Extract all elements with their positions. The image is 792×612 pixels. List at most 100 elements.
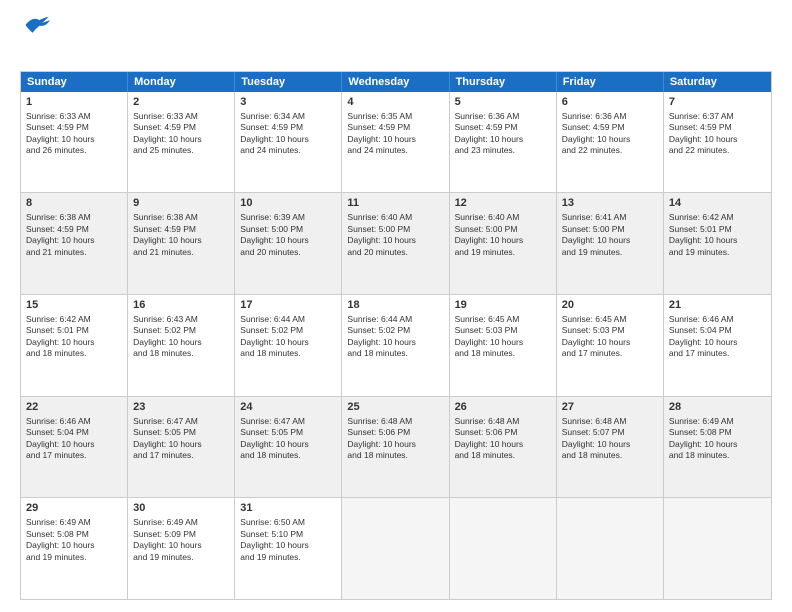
day-info: Sunrise: 6:48 AM (562, 416, 658, 427)
day-number: 25 (347, 400, 443, 415)
calendar-cell: 30Sunrise: 6:49 AMSunset: 5:09 PMDayligh… (128, 498, 235, 599)
day-info: Daylight: 10 hours (26, 439, 122, 450)
day-info: Daylight: 10 hours (26, 134, 122, 145)
day-info: and 25 minutes. (133, 145, 229, 156)
day-number: 29 (26, 501, 122, 516)
day-info: Sunset: 4:59 PM (240, 122, 336, 133)
day-info: and 18 minutes. (455, 450, 551, 461)
day-info: and 19 minutes. (669, 247, 766, 258)
day-number: 12 (455, 196, 551, 211)
day-info: Sunset: 5:02 PM (347, 325, 443, 336)
day-info: Sunrise: 6:38 AM (133, 212, 229, 223)
day-number: 7 (669, 95, 766, 110)
calendar-row: 1Sunrise: 6:33 AMSunset: 4:59 PMDaylight… (21, 92, 771, 194)
day-info: Sunset: 4:59 PM (133, 224, 229, 235)
calendar-cell (557, 498, 664, 599)
day-info: and 22 minutes. (669, 145, 766, 156)
calendar-cell: 15Sunrise: 6:42 AMSunset: 5:01 PMDayligh… (21, 295, 128, 396)
calendar-cell: 27Sunrise: 6:48 AMSunset: 5:07 PMDayligh… (557, 397, 664, 498)
calendar-row: 22Sunrise: 6:46 AMSunset: 5:04 PMDayligh… (21, 397, 771, 499)
day-info: Sunset: 5:10 PM (240, 529, 336, 540)
day-info: and 26 minutes. (26, 145, 122, 156)
day-info: Daylight: 10 hours (455, 134, 551, 145)
day-number: 27 (562, 400, 658, 415)
day-number: 23 (133, 400, 229, 415)
day-info: and 18 minutes. (240, 348, 336, 359)
day-info: Sunset: 5:02 PM (240, 325, 336, 336)
day-info: Sunrise: 6:42 AM (669, 212, 766, 223)
day-info: Sunrise: 6:38 AM (26, 212, 122, 223)
weekday-header: Thursday (450, 72, 557, 92)
logo (20, 18, 50, 61)
day-info: Sunset: 4:59 PM (133, 122, 229, 133)
day-info: Sunset: 5:07 PM (562, 427, 658, 438)
day-info: Sunrise: 6:35 AM (347, 111, 443, 122)
day-info: Daylight: 10 hours (562, 439, 658, 450)
weekday-header: Monday (128, 72, 235, 92)
weekday-header: Friday (557, 72, 664, 92)
calendar-cell (664, 498, 771, 599)
calendar-header: SundayMondayTuesdayWednesdayThursdayFrid… (21, 72, 771, 92)
day-info: and 18 minutes. (455, 348, 551, 359)
calendar-cell: 1Sunrise: 6:33 AMSunset: 4:59 PMDaylight… (21, 92, 128, 193)
day-number: 26 (455, 400, 551, 415)
day-info: Sunset: 5:06 PM (347, 427, 443, 438)
weekday-header: Tuesday (235, 72, 342, 92)
day-info: Sunset: 5:00 PM (347, 224, 443, 235)
day-info: Daylight: 10 hours (240, 134, 336, 145)
day-info: and 19 minutes. (133, 552, 229, 563)
day-info: and 19 minutes. (455, 247, 551, 258)
day-info: Daylight: 10 hours (133, 134, 229, 145)
day-info: and 18 minutes. (669, 450, 766, 461)
day-info: Sunset: 4:59 PM (562, 122, 658, 133)
day-info: Daylight: 10 hours (347, 235, 443, 246)
day-number: 4 (347, 95, 443, 110)
day-info: Daylight: 10 hours (240, 337, 336, 348)
day-info: Sunrise: 6:46 AM (669, 314, 766, 325)
calendar-cell: 24Sunrise: 6:47 AMSunset: 5:05 PMDayligh… (235, 397, 342, 498)
day-info: Sunset: 5:01 PM (669, 224, 766, 235)
day-info: Sunrise: 6:36 AM (562, 111, 658, 122)
day-number: 6 (562, 95, 658, 110)
day-info: Sunset: 5:00 PM (562, 224, 658, 235)
day-info: Sunrise: 6:44 AM (240, 314, 336, 325)
day-number: 24 (240, 400, 336, 415)
day-info: Sunset: 5:02 PM (133, 325, 229, 336)
day-info: Sunset: 5:01 PM (26, 325, 122, 336)
day-number: 19 (455, 298, 551, 313)
calendar-cell: 28Sunrise: 6:49 AMSunset: 5:08 PMDayligh… (664, 397, 771, 498)
day-info: Daylight: 10 hours (455, 235, 551, 246)
day-info: Sunrise: 6:48 AM (455, 416, 551, 427)
calendar-cell: 17Sunrise: 6:44 AMSunset: 5:02 PMDayligh… (235, 295, 342, 396)
day-info: and 18 minutes. (562, 450, 658, 461)
day-info: Sunset: 5:00 PM (240, 224, 336, 235)
day-number: 3 (240, 95, 336, 110)
day-info: and 19 minutes. (26, 552, 122, 563)
calendar-cell: 25Sunrise: 6:48 AMSunset: 5:06 PMDayligh… (342, 397, 449, 498)
calendar-row: 15Sunrise: 6:42 AMSunset: 5:01 PMDayligh… (21, 295, 771, 397)
day-info: Daylight: 10 hours (562, 235, 658, 246)
logo-text (20, 41, 50, 61)
day-info: Daylight: 10 hours (347, 134, 443, 145)
day-info: Daylight: 10 hours (562, 337, 658, 348)
day-info: Daylight: 10 hours (455, 337, 551, 348)
day-number: 13 (562, 196, 658, 211)
calendar-cell: 31Sunrise: 6:50 AMSunset: 5:10 PMDayligh… (235, 498, 342, 599)
calendar-cell: 5Sunrise: 6:36 AMSunset: 4:59 PMDaylight… (450, 92, 557, 193)
day-info: Sunset: 4:59 PM (26, 122, 122, 133)
day-info: Sunset: 5:05 PM (240, 427, 336, 438)
day-info: and 17 minutes. (26, 450, 122, 461)
day-info: Daylight: 10 hours (26, 337, 122, 348)
calendar-cell: 14Sunrise: 6:42 AMSunset: 5:01 PMDayligh… (664, 193, 771, 294)
day-number: 8 (26, 196, 122, 211)
day-info: Sunrise: 6:49 AM (133, 517, 229, 528)
day-info: and 20 minutes. (347, 247, 443, 258)
calendar-cell: 6Sunrise: 6:36 AMSunset: 4:59 PMDaylight… (557, 92, 664, 193)
day-info: and 18 minutes. (347, 348, 443, 359)
calendar-cell: 23Sunrise: 6:47 AMSunset: 5:05 PMDayligh… (128, 397, 235, 498)
day-number: 28 (669, 400, 766, 415)
day-info: Sunset: 5:06 PM (455, 427, 551, 438)
day-info: Daylight: 10 hours (26, 235, 122, 246)
calendar-cell: 3Sunrise: 6:34 AMSunset: 4:59 PMDaylight… (235, 92, 342, 193)
calendar-cell: 22Sunrise: 6:46 AMSunset: 5:04 PMDayligh… (21, 397, 128, 498)
